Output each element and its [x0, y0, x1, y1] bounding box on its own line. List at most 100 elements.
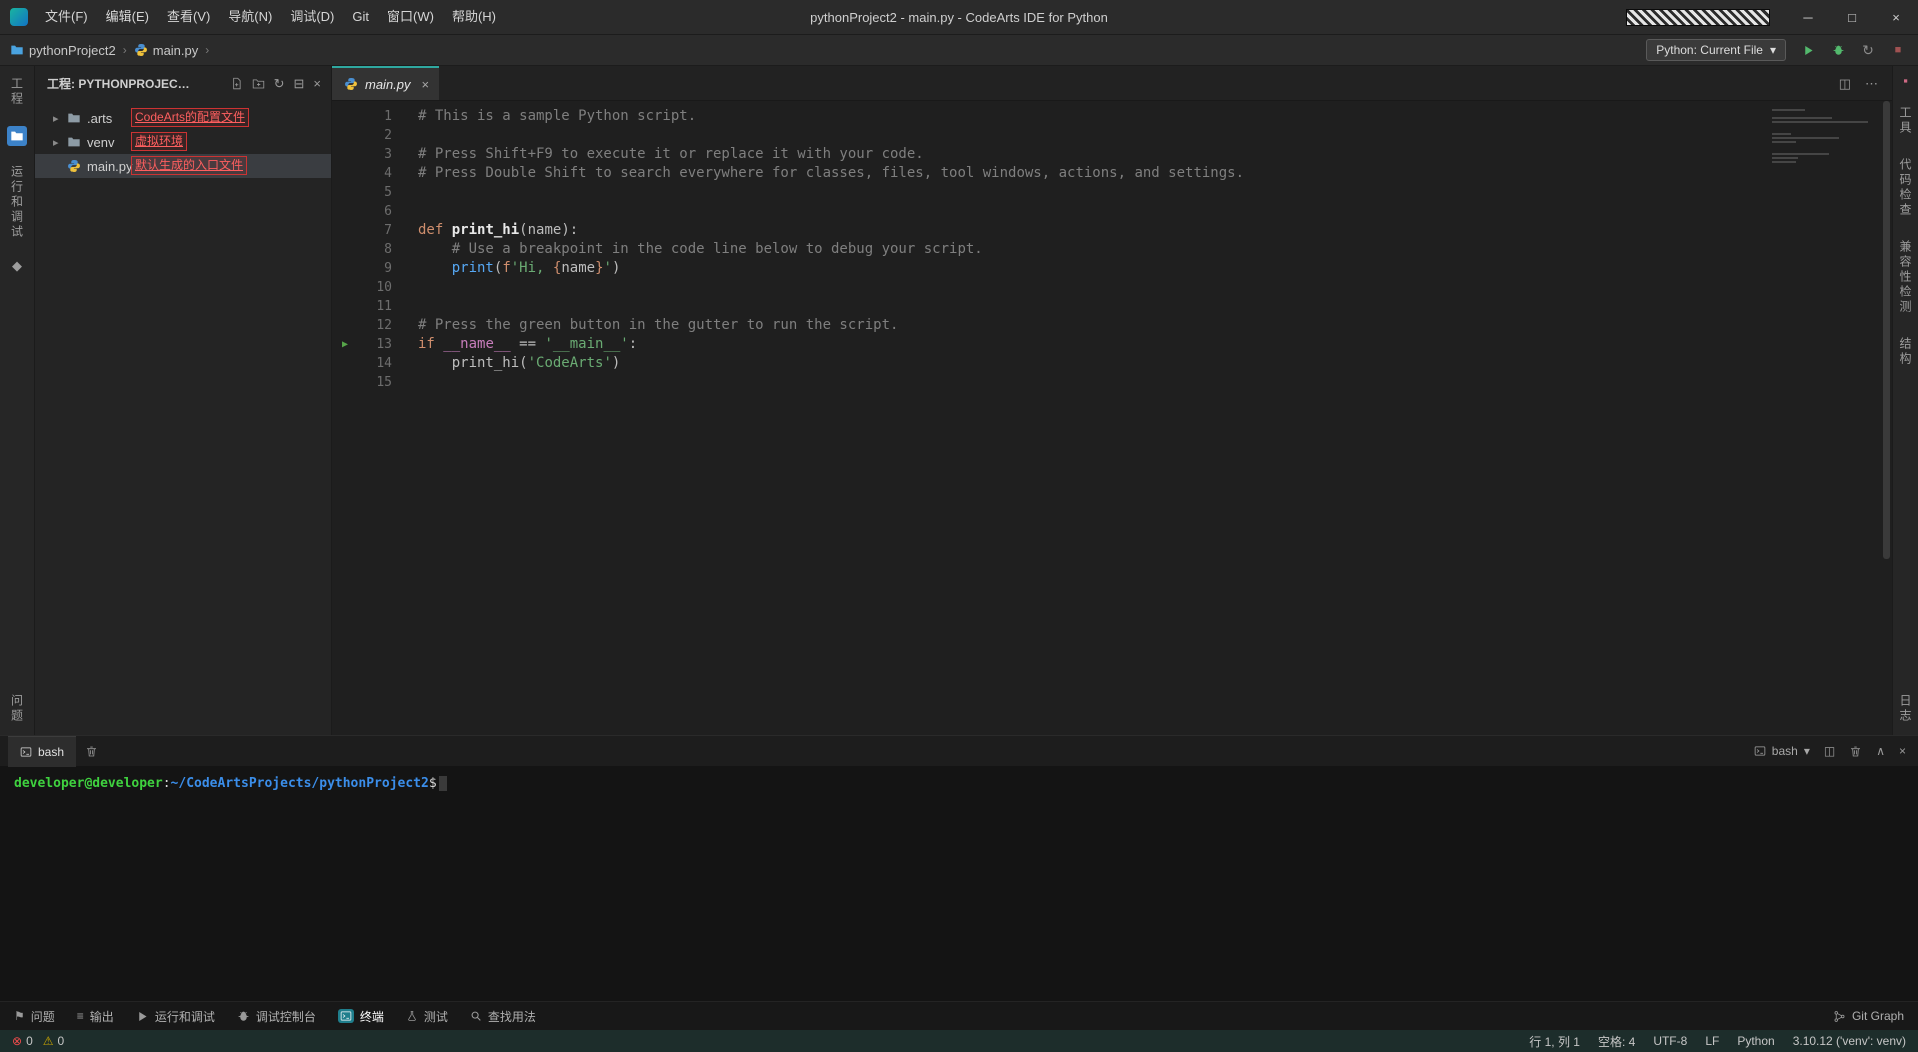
status-item[interactable]: 空格: 4 [1598, 1033, 1635, 1050]
interpreter-select[interactable]: Python: Current File ▾ [1646, 39, 1786, 61]
terminal-content[interactable]: developer@developer:~/CodeArtsProjects/p… [0, 766, 1918, 1001]
refresh-button[interactable]: ↻ [274, 77, 285, 90]
panel-tab[interactable]: 运行和调试 [136, 1008, 215, 1025]
panel-tab[interactable]: 查找用法 [470, 1008, 536, 1025]
menu-item[interactable]: 帮助(H) [443, 0, 505, 34]
breadcrumb-item[interactable]: pythonProject2 [10, 43, 116, 58]
close-button[interactable]: × [313, 77, 321, 90]
status-left: ⊗ 0 ⚠ 0 [12, 1034, 64, 1048]
panel-tab[interactable]: 测试 [406, 1008, 448, 1025]
close-button[interactable]: × [1874, 0, 1918, 34]
gutter [332, 240, 358, 259]
split-icon: ◫ [1823, 744, 1836, 758]
new-file-button[interactable] [230, 77, 243, 90]
tool-window-problems[interactable]: 问题 [9, 694, 26, 724]
terminal-tab[interactable]: bash [8, 735, 77, 767]
code-line: 6 [332, 202, 1892, 221]
gutter [332, 164, 358, 183]
tool-window-plugin[interactable]: ▪ [1903, 74, 1908, 87]
git-graph-button[interactable]: Git Graph [1833, 1009, 1904, 1023]
code-line: ▶ 13 if __name__ == '__main__': [332, 335, 1892, 354]
terminal-kill-button[interactable] [85, 745, 98, 758]
panel-tab[interactable]: ≡ 输出 [77, 1008, 114, 1025]
flask-icon [406, 1010, 418, 1022]
menu-item[interactable]: Git [343, 0, 378, 34]
terminal-select[interactable]: bash ▾ [1754, 744, 1810, 758]
explorer-title: 工程: PYTHONPROJEC… [47, 76, 190, 91]
tree-item-label: venv [87, 134, 115, 150]
split-button[interactable]: ◫ [1824, 745, 1835, 757]
trash-button[interactable] [1849, 745, 1862, 758]
tool-window-outline[interactable]: 结构 [1897, 337, 1914, 367]
editor-column: main.py × ◫ ⋯ 1 # This is a sample Python … [332, 66, 1892, 735]
maximize-button[interactable]: □ [1830, 0, 1874, 34]
line-number: 15 [376, 375, 392, 390]
terminal-select-label: bash [1771, 744, 1798, 758]
editor-tab[interactable]: main.py × [332, 66, 440, 100]
scrollbar[interactable] [1883, 101, 1890, 559]
tool-window-tools[interactable]: 工具 [1897, 106, 1914, 136]
new-folder-button[interactable] [252, 77, 265, 90]
split-button[interactable]: ◫ [1839, 77, 1851, 90]
tool-window-structure[interactable]: ◆ [12, 259, 22, 272]
more-button[interactable]: ⋯ [1865, 77, 1878, 90]
breadcrumb-label: main.py [152, 42, 199, 58]
breadcrumb-item[interactable]: main.py [134, 42, 199, 58]
tool-window-logs[interactable]: 日志 [1897, 694, 1914, 724]
run-button[interactable] [1798, 40, 1818, 60]
code-text: print_hi('CodeArts') [451, 355, 621, 371]
status-item[interactable]: UTF-8 [1653, 1034, 1687, 1048]
editor[interactable]: 1 # This is a sample Python script. 2 3 # Pr… [332, 101, 1892, 735]
tool-window-code-check[interactable]: 代码检查 [1897, 158, 1914, 218]
new-folder-icon [252, 77, 265, 90]
editor-tab-close[interactable]: × [422, 77, 430, 92]
panel-up-button[interactable]: ∧ [1876, 745, 1885, 757]
folder-icon [67, 111, 85, 125]
tool-window-project[interactable]: 工程 [9, 77, 26, 107]
tree-item[interactable]: ▸ venv 虚拟环境 [35, 130, 331, 154]
split-icon: ◫ [1838, 75, 1851, 91]
run-gutter-button[interactable]: ▶ [332, 335, 358, 354]
panel-tab[interactable]: ⚑ 问题 [14, 1008, 55, 1025]
explorer-panel: 工程: PYTHONPROJEC… ↻ ⊟ × ▸ .arts CodeArts的配置文… [35, 66, 332, 735]
tree-item[interactable]: main.py 默认生成的入口文件 [35, 154, 331, 178]
restart-button[interactable]: ↻ [1858, 40, 1878, 60]
menu-item[interactable]: 窗口(W) [378, 0, 443, 34]
menu-bar: 文件(F) 编辑(E) 查看(V) 导航(N) 调试(D) Git 窗口(W) 帮助(H) [36, 0, 505, 34]
code-line: 15 [332, 373, 1892, 392]
status-item[interactable]: 3.10.12 ('venv': venv) [1793, 1034, 1906, 1048]
debug-button[interactable] [1828, 40, 1848, 60]
run-icon [136, 1010, 149, 1023]
titlebar-right: ─ □ × [1626, 0, 1918, 34]
close-button[interactable]: × [1899, 745, 1906, 757]
tree-annotation: 默认生成的入口文件 [131, 156, 248, 175]
menu-item[interactable]: 调试(D) [281, 0, 343, 34]
tab-strip: main.py × ◫ ⋯ [332, 66, 1892, 101]
status-item[interactable]: LF [1705, 1034, 1719, 1048]
menu-item[interactable]: 导航(N) [219, 0, 281, 34]
menu-item[interactable]: 编辑(E) [97, 0, 158, 34]
tool-window-run-debug[interactable]: 运行和调试 [9, 165, 26, 240]
title-bar: 文件(F) 编辑(E) 查看(V) 导航(N) 调试(D) Git 窗口(W) 帮助(H) p… [0, 0, 1918, 35]
panel-tab[interactable]: 调试控制台 [237, 1008, 316, 1025]
panel-tab[interactable]: 终端 [337, 1008, 384, 1025]
status-errors[interactable]: ⊗ 0 [12, 1034, 33, 1048]
minimize-button[interactable]: ─ [1786, 0, 1830, 34]
line-number: 4 [384, 166, 392, 181]
status-warnings[interactable]: ⚠ 0 [43, 1034, 64, 1048]
menu-item[interactable]: 查看(V) [158, 0, 219, 34]
panel-tab-label: 输出 [89, 1009, 114, 1024]
minimap[interactable] [1772, 109, 1876, 167]
tree-item[interactable]: ▸ .arts CodeArts的配置文件 [35, 106, 331, 130]
menu-item[interactable]: 文件(F) [36, 0, 97, 34]
tool-window-explorer[interactable] [7, 126, 27, 146]
stop-button[interactable]: ■ [1888, 40, 1908, 60]
tool-window-compatibility[interactable]: 兼容性检测 [1897, 240, 1914, 315]
status-right: 行 1, 列 1 空格: 4 UTF-8 LF Python 3.10.12 ('venv… [1529, 1033, 1906, 1050]
collapse-button[interactable]: ⊟ [294, 77, 305, 90]
status-item[interactable]: 行 1, 列 1 [1529, 1033, 1580, 1050]
terminal-caret[interactable]: ▾ [1804, 744, 1810, 758]
line-number: 14 [376, 356, 392, 371]
line-number: 10 [376, 280, 392, 295]
status-item[interactable]: Python [1737, 1034, 1774, 1048]
